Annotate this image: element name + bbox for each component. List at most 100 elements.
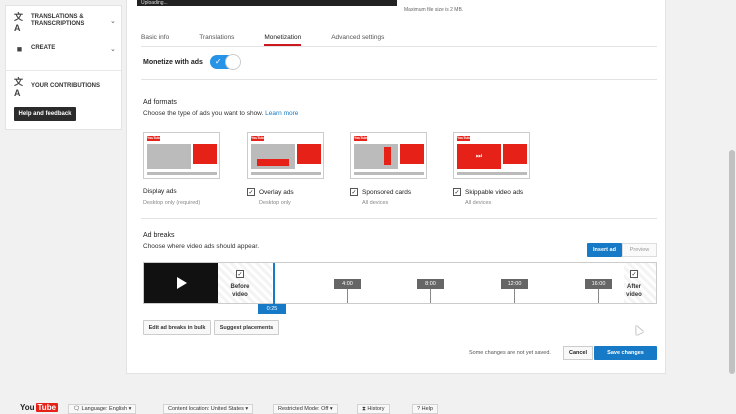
marker-line	[347, 289, 348, 303]
text-placeholder	[354, 172, 424, 175]
marker-line	[430, 289, 431, 303]
content-location-label: Content location: United States	[168, 406, 244, 412]
skippable-ads-sub: All devices	[465, 200, 492, 206]
ad-formats-subtitle-text: Choose the type of ads you want to show.	[143, 110, 264, 117]
sidebar-item-create[interactable]: ■ CREATE ⌄	[14, 43, 118, 54]
logo-tube: Tube	[35, 403, 59, 412]
chevron-down-icon[interactable]: ⌄	[110, 45, 118, 53]
overlay-ads-sub: Desktop only	[259, 200, 291, 206]
restricted-mode-label: Restricted Mode: Off	[278, 406, 329, 412]
skippable-ads-option[interactable]: ✓ Skippable video ads	[453, 188, 523, 196]
restricted-mode-button[interactable]: Restricted Mode: Off ▾	[273, 404, 338, 414]
toggle-knob	[224, 54, 241, 70]
divider	[141, 46, 657, 47]
sidebar-item-label: CREATE	[31, 45, 56, 51]
sidebar-item-contributions[interactable]: 文A YOUR CONTRIBUTIONS	[14, 77, 118, 98]
page-scrollbar[interactable]	[728, 0, 736, 374]
tab-basic-info[interactable]: Basic info	[141, 30, 169, 46]
suggest-placements-button[interactable]: Suggest placements	[214, 320, 279, 335]
monetize-row: Monetize with ads ✓	[143, 54, 241, 70]
monetize-toggle[interactable]: ✓	[209, 54, 241, 70]
ad-breaks-timeline[interactable]: ✓ Before video ✓ After video 4:00 8:00 1…	[143, 262, 657, 305]
sponsored-card-block	[384, 147, 391, 165]
content-location-button[interactable]: Content location: United States ▾	[163, 404, 254, 414]
display-ad-block	[297, 144, 321, 164]
sponsored-cards-text: Sponsored cards	[362, 188, 412, 196]
sponsored-cards-option[interactable]: ✓ Sponsored cards	[350, 188, 411, 196]
upload-status: Uploading...	[137, 0, 397, 6]
ad-break-marker[interactable]: 16:00	[585, 279, 612, 289]
sidebar-item-label: YOUR CONTRIBUTIONS	[31, 83, 100, 89]
cancel-button[interactable]: Cancel	[563, 346, 593, 360]
marker-line	[598, 289, 599, 303]
after-video-checkbox[interactable]: ✓	[630, 270, 638, 278]
play-icon[interactable]	[177, 277, 187, 289]
max-size-note: Maximum file size is 2 MB.	[404, 7, 464, 13]
learn-more-link[interactable]: Learn more	[265, 110, 298, 117]
chevron-down-icon: ▾	[243, 406, 249, 412]
edit-ad-breaks-bulk-button[interactable]: Edit ad breaks in bulk	[143, 320, 211, 335]
display-ads-label: Display ads	[143, 188, 177, 195]
sidebar-item-label: TRANSLATIONS & TRANSCRIPTIONS	[31, 14, 85, 27]
youtube-logo: YouTube	[354, 136, 369, 141]
text-placeholder	[457, 172, 527, 175]
sidebar: 文A TRANSLATIONS & TRANSCRIPTIONS ⌄ ■ CRE…	[5, 5, 122, 130]
overlay-ads-checkbox[interactable]: ✓	[247, 188, 255, 196]
ad-formats-title: Ad formats	[143, 99, 177, 106]
text-placeholder	[147, 172, 217, 175]
ad-breaks-title: Ad breaks	[143, 232, 175, 239]
playhead[interactable]	[273, 263, 275, 305]
sponsored-cards-preview: YouTube	[350, 132, 427, 179]
language-button[interactable]: 🗨 Language: English ▾	[68, 404, 137, 414]
skippable-ads-text: Skippable video ads	[465, 188, 524, 196]
monetize-label: Monetize with ads	[143, 58, 203, 66]
sponsored-cards-sub: All devices	[362, 200, 389, 206]
display-ads-preview: YouTube	[143, 132, 220, 179]
after-video-label: After video	[626, 284, 642, 298]
display-ad-block	[503, 144, 527, 164]
divider	[141, 79, 657, 80]
marker-line	[514, 289, 515, 303]
display-ad-block	[400, 144, 424, 164]
before-video-label: Before video	[230, 284, 250, 298]
display-ad-block	[193, 144, 217, 164]
divider	[141, 218, 657, 219]
youtube-logo[interactable]: You Tube	[20, 403, 59, 412]
chevron-down-icon: ▾	[127, 406, 132, 412]
insert-ad-button[interactable]: Insert ad	[587, 243, 622, 257]
youtube-logo: YouTube	[147, 136, 162, 141]
logo-you: You	[20, 403, 35, 412]
scrollbar-thumb[interactable]	[729, 150, 735, 374]
tabs: Basic info Translations Monetization Adv…	[141, 30, 414, 46]
preview-button[interactable]: Preview	[622, 243, 657, 257]
ad-break-marker[interactable]: 4:00	[334, 279, 361, 289]
ad-breaks-subtitle: Choose where video ads should appear.	[143, 243, 259, 250]
tab-monetization[interactable]: Monetization	[264, 30, 302, 46]
save-changes-button[interactable]: Save changes	[594, 346, 657, 360]
display-ads-text: Display ads	[143, 188, 177, 195]
translate-icon: 文A	[14, 77, 24, 98]
skip-icon: ⏭	[457, 144, 501, 169]
ad-break-marker[interactable]: 8:00	[417, 279, 444, 289]
overlay-ads-text: Overlay ads	[259, 188, 294, 196]
history-button[interactable]: ⧗ History	[357, 404, 390, 414]
language-label: Language: English	[81, 406, 128, 412]
ad-formats-subtitle: Choose the type of ads you want to show.…	[143, 110, 298, 117]
skippable-ads-checkbox[interactable]: ✓	[453, 188, 461, 196]
chevron-down-icon[interactable]: ⌄	[110, 17, 118, 25]
chevron-down-icon: ▾	[328, 406, 333, 412]
footer: You Tube 🗨 Language: English ▾ Content lo…	[0, 396, 736, 414]
tab-advanced-settings[interactable]: Advanced settings	[331, 30, 384, 46]
translate-icon: 文A	[14, 11, 24, 33]
help-feedback-button[interactable]: Help and feedback	[14, 107, 76, 121]
sidebar-item-translations[interactable]: 文A TRANSLATIONS & TRANSCRIPTIONS ⌄	[14, 11, 118, 33]
ad-break-marker[interactable]: 12:00	[501, 279, 528, 289]
history-label: History	[367, 406, 385, 412]
before-video-checkbox[interactable]: ✓	[236, 270, 244, 278]
overlay-ads-option[interactable]: ✓ Overlay ads	[247, 188, 294, 196]
sponsored-cards-checkbox[interactable]: ✓	[350, 188, 358, 196]
divider	[6, 70, 121, 71]
tab-translations[interactable]: Translations	[199, 30, 234, 46]
help-button[interactable]: ? Help	[412, 404, 438, 414]
playhead-time: 0:25	[258, 304, 286, 314]
